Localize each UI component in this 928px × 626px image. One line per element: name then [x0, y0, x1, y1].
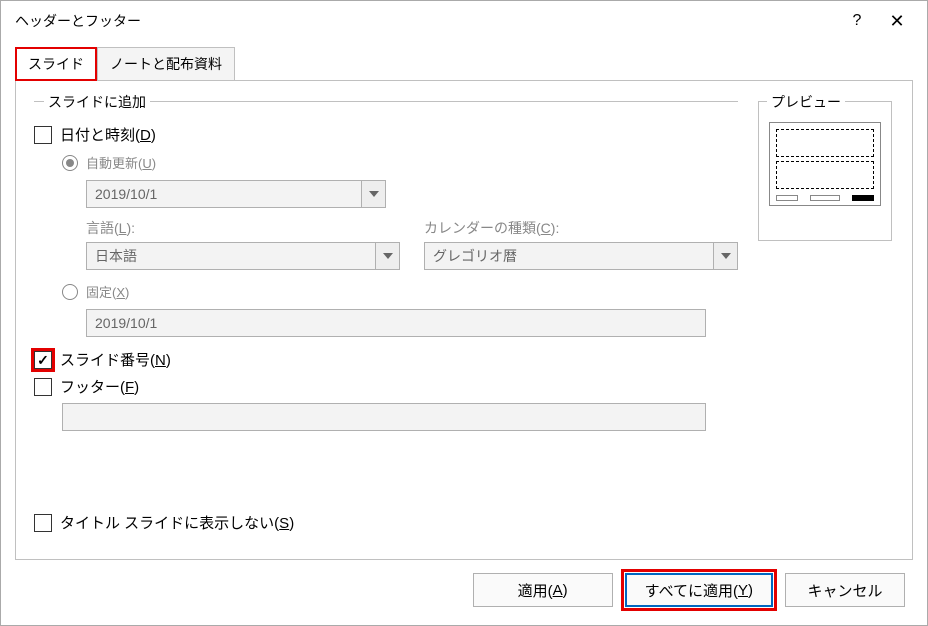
slide-thumbnail	[769, 122, 881, 206]
datetime-label[interactable]: 日付と時刻(D)	[60, 124, 156, 145]
button-row: 適用(A) すべてに適用(Y) キャンセル	[473, 573, 905, 607]
hide-on-title-checkbox[interactable]	[34, 514, 52, 532]
datetime-checkbox[interactable]	[34, 126, 52, 144]
apply-all-button[interactable]: すべてに適用(Y)	[625, 573, 773, 607]
preview-legend: プレビュー	[767, 92, 845, 112]
auto-date-value: 2019/10/1	[87, 186, 361, 202]
footer-label[interactable]: フッター(F)	[60, 376, 139, 397]
chevron-down-icon	[375, 243, 399, 269]
calendar-type-label: カレンダーの種類(C):	[424, 218, 738, 238]
preview-box: プレビュー	[758, 101, 892, 241]
calendar-type-combo[interactable]: グレゴリオ暦	[424, 242, 738, 270]
fixed-radio[interactable]	[62, 284, 78, 300]
titlebar: ヘッダーとフッター ? ✕	[1, 1, 927, 41]
tab-slide[interactable]: スライド	[15, 47, 97, 81]
dialog-title: ヘッダーとフッター	[15, 11, 837, 31]
slide-number-checkbox[interactable]	[34, 351, 52, 369]
language-combo[interactable]: 日本語	[86, 242, 400, 270]
footer-row: フッター(F)	[34, 376, 738, 397]
calendar-type-value: グレゴリオ暦	[425, 246, 713, 266]
add-to-slide-fieldset: スライドに追加 日付と時刻(D) 自動更新(U)	[34, 101, 738, 431]
chevron-down-icon	[713, 243, 737, 269]
datetime-row: 日付と時刻(D)	[34, 124, 738, 145]
help-button[interactable]: ?	[837, 6, 877, 36]
footer-checkbox[interactable]	[34, 378, 52, 396]
chevron-down-icon	[361, 181, 385, 207]
hide-on-title-label[interactable]: タイトル スライドに表示しない(S)	[60, 512, 294, 533]
cancel-button[interactable]: キャンセル	[785, 573, 905, 607]
auto-update-radio[interactable]	[62, 155, 78, 171]
language-label: 言語(L):	[86, 218, 400, 238]
tab-notes-handouts[interactable]: ノートと配布資料	[97, 47, 235, 81]
slide-number-row: スライド番号(N)	[34, 349, 738, 370]
apply-button[interactable]: 適用(A)	[473, 573, 613, 607]
auto-update-label: 自動更新(U)	[86, 153, 156, 172]
language-value: 日本語	[87, 246, 375, 266]
tab-content: スライドに追加 日付と時刻(D) 自動更新(U)	[15, 80, 913, 560]
slide-number-label[interactable]: スライド番号(N)	[60, 349, 171, 370]
fieldset-legend: スライドに追加	[44, 92, 150, 112]
fixed-label: 固定(X)	[86, 282, 129, 301]
tab-bar: スライド ノートと配布資料	[15, 47, 927, 81]
fixed-row: 固定(X)	[62, 282, 738, 301]
fixed-date-input[interactable]: 2019/10/1	[86, 309, 706, 337]
auto-date-combo[interactable]: 2019/10/1	[86, 180, 386, 208]
auto-update-row: 自動更新(U)	[62, 153, 738, 172]
footer-input[interactable]	[62, 403, 706, 431]
close-button[interactable]: ✕	[877, 6, 917, 36]
header-footer-dialog: ヘッダーとフッター ? ✕ スライド ノートと配布資料 スライドに追加 日付と時…	[0, 0, 928, 626]
hide-on-title-row: タイトル スライドに表示しない(S)	[34, 512, 294, 533]
